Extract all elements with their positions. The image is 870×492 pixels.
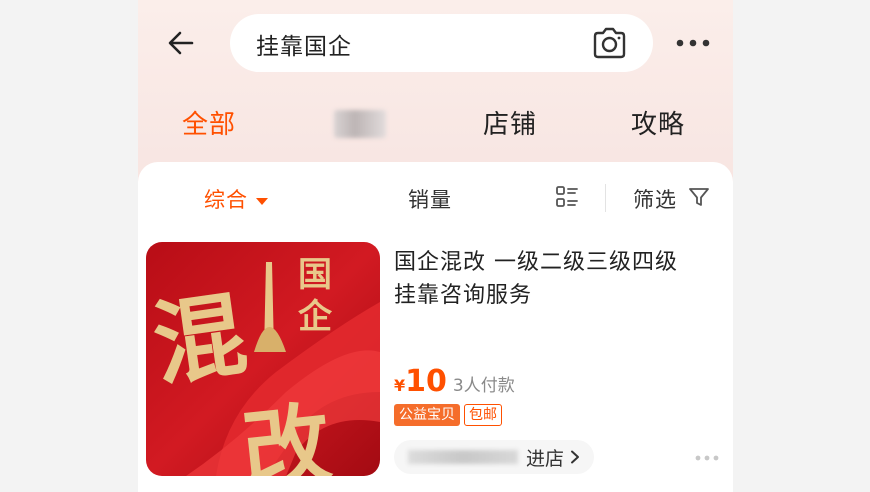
sort-bar: 综合 销量 筛选	[138, 162, 733, 234]
tab-blurred[interactable]	[334, 110, 386, 138]
sold-count: 3人付款	[452, 376, 515, 396]
product-card[interactable]: 国 企 混 改 国企混改 一级二级三级四级 挂靠咨询服务 ¥10 3人付款 公益宝…	[146, 242, 726, 482]
search-results-screen: 挂靠国企 全部 店铺 攻略 综合 销量 筛选 国 企 混 改 国企混改 一级二级…	[138, 0, 733, 492]
caret-down-icon	[256, 197, 268, 205]
chevron-right-icon	[571, 450, 579, 464]
sort-divider	[605, 184, 606, 212]
back-icon[interactable]	[164, 26, 198, 60]
charity-badge: 公益宝贝	[394, 404, 460, 426]
product-image[interactable]: 国 企 混 改	[146, 242, 380, 476]
tab-all[interactable]: 全部	[182, 104, 236, 141]
thumb-text-top1: 国	[298, 255, 332, 295]
thumb-text-big2: 改	[237, 391, 335, 476]
list-view-icon[interactable]	[554, 184, 580, 210]
search-input[interactable]: 挂靠国企	[230, 14, 653, 72]
product-badges: 公益宝贝 包邮	[394, 404, 502, 428]
result-tabs: 全部 店铺 攻略	[138, 94, 733, 152]
tab-guides[interactable]: 攻略	[631, 104, 685, 141]
filter-button[interactable]: 筛选	[633, 184, 677, 214]
sort-comprehensive[interactable]: 综合	[204, 184, 268, 214]
sort-sales[interactable]: 销量	[408, 184, 452, 214]
free-shipping-badge: 包邮	[464, 404, 502, 426]
tab-shops[interactable]: 店铺	[483, 104, 537, 141]
search-query: 挂靠国企	[256, 34, 352, 60]
currency-symbol: ¥	[394, 376, 406, 395]
enter-shop-button[interactable]: 进店	[394, 440, 594, 474]
product-image-art: 国 企 混 改	[146, 242, 380, 476]
thumb-text-top2: 企	[298, 297, 333, 337]
sort-comprehensive-label: 综合	[204, 188, 248, 212]
thumb-text-big1: 混	[147, 280, 253, 400]
product-title[interactable]: 国企混改 一级二级三级四级 挂靠咨询服务	[394, 246, 724, 312]
more-icon[interactable]	[674, 32, 712, 54]
product-price: 10	[405, 364, 447, 399]
results-panel: 综合 销量 筛选 国 企 混 改 国企混改 一级二级三级四级 挂靠咨询服务 ¥1…	[138, 162, 733, 492]
filter-icon[interactable]	[688, 186, 710, 208]
camera-icon[interactable]	[591, 26, 627, 60]
enter-shop-label: 进店	[526, 448, 565, 470]
more-dots-icon[interactable]	[694, 454, 720, 462]
shop-name-blurred	[408, 450, 518, 464]
price-row: ¥10 3人付款	[394, 364, 515, 400]
